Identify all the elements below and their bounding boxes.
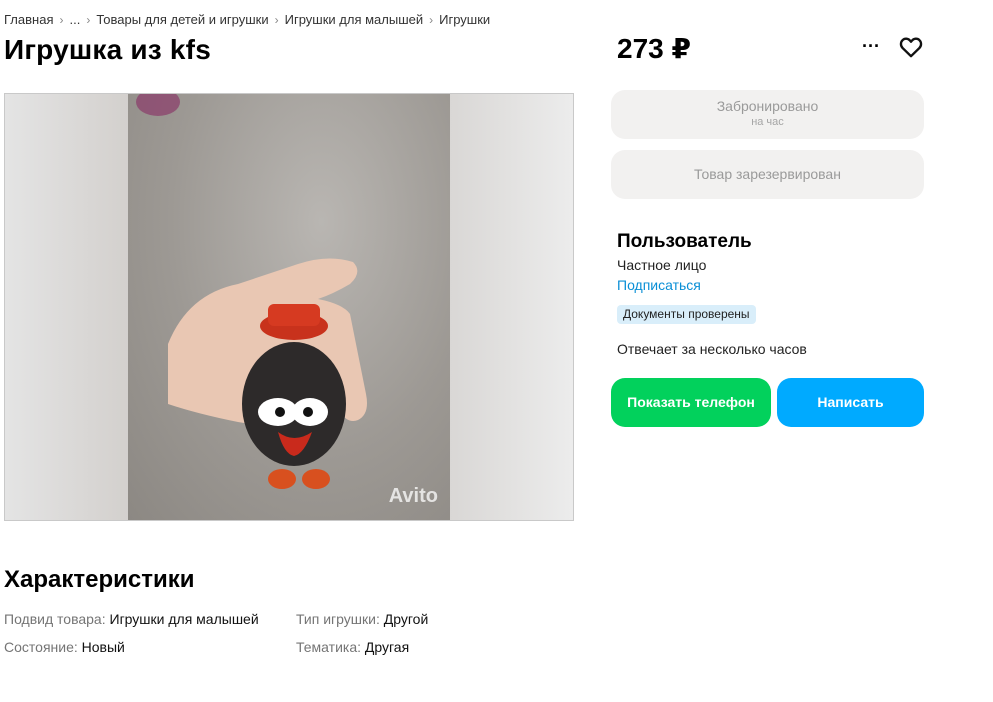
spec-key: Подвид товара: [4, 611, 106, 627]
breadcrumb-kids-toys[interactable]: Товары для детей и игрушки [96, 12, 268, 27]
spec-key: Тип игрушки: [296, 611, 380, 627]
breadcrumb-baby-toys[interactable]: Игрушки для малышей [285, 12, 424, 27]
spec-key: Тематика: [296, 639, 361, 655]
spec-value: Другая [364, 639, 410, 655]
breadcrumb-ellipsis[interactable]: ... [69, 12, 80, 27]
write-message-button[interactable]: Написать [777, 378, 924, 427]
breadcrumb: Главная › ... › Товары для детей и игруш… [4, 12, 490, 27]
page-title: Игрушка из kfs [4, 34, 211, 65]
breadcrumb-home[interactable]: Главная [4, 12, 53, 27]
spec-item: Подвид товара: Игрушки для малышей [4, 611, 259, 627]
documents-verified-badge: Документы проверены [617, 305, 756, 324]
seller-type: Частное лицо [617, 257, 707, 273]
reserve-label: Забронировано [716, 98, 819, 114]
spec-value: Другой [383, 611, 429, 627]
reserved-button[interactable]: Товар зарезервирован [611, 150, 924, 199]
breadcrumb-toys[interactable]: Игрушки [439, 12, 490, 27]
spec-value: Новый [81, 639, 125, 655]
chevron-right-icon: › [429, 12, 434, 27]
specs-title: Характеристики [4, 566, 195, 593]
product-photo[interactable]: Avito [128, 94, 450, 520]
gallery-blur-left [5, 94, 129, 520]
subscribe-link[interactable]: Подписаться [617, 277, 701, 293]
spec-item: Тип игрушки: Другой [296, 611, 428, 627]
gallery-blur-right [449, 94, 573, 520]
show-phone-button[interactable]: Показать телефон [611, 378, 771, 427]
spec-item: Состояние: Новый [4, 639, 125, 655]
spec-item: Тематика: Другая [296, 639, 409, 655]
avito-watermark: Avito [388, 485, 438, 507]
reserve-button[interactable]: Забронировано на час [611, 90, 924, 139]
seller-name[interactable]: Пользователь [617, 231, 752, 253]
more-dots-icon[interactable]: ··· [858, 36, 884, 58]
chevron-right-icon: › [59, 12, 64, 27]
spec-key: Состояние: [4, 639, 78, 655]
chevron-right-icon: › [86, 12, 91, 27]
response-time: Отвечает за несколько часов [617, 341, 807, 357]
price: 273 ₽ [617, 33, 691, 64]
product-gallery[interactable]: Avito [4, 93, 574, 521]
chevron-right-icon: › [274, 12, 279, 27]
heart-icon[interactable] [898, 34, 924, 60]
reserve-sublabel: на час [751, 116, 784, 128]
spec-value: Игрушки для малышей [109, 611, 259, 627]
toy-illustration [136, 94, 367, 489]
